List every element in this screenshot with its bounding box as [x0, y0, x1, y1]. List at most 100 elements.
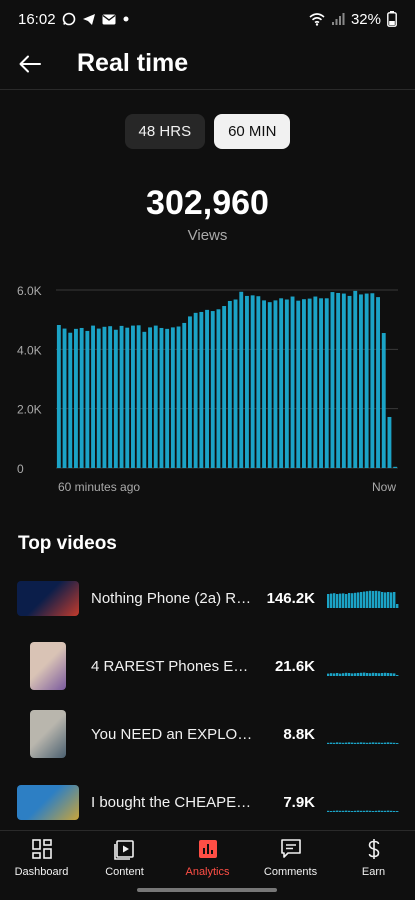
- chart-bar[interactable]: [330, 292, 335, 468]
- video-row[interactable]: Nothing Phone (2a) Re... 146.2K: [0, 564, 415, 632]
- chart-bar[interactable]: [262, 300, 266, 468]
- analytics-icon: [198, 840, 217, 858]
- chart-bar[interactable]: [250, 295, 255, 468]
- chart-bar[interactable]: [296, 300, 301, 468]
- chart-bar[interactable]: [222, 306, 227, 468]
- video-row[interactable]: I bought the CHEAPES... 7.9K: [0, 768, 415, 836]
- video-thumbnail[interactable]: [17, 784, 79, 820]
- chart-bar[interactable]: [319, 298, 323, 468]
- chart-bar[interactable]: [85, 330, 90, 468]
- video-row[interactable]: 4 RAREST Phones Ever! 21.6K: [0, 632, 415, 700]
- chart-bar[interactable]: [210, 311, 215, 468]
- sparkline-bar: [381, 742, 384, 744]
- chart-bar[interactable]: [216, 309, 221, 468]
- video-thumbnail-wrap: [17, 710, 79, 758]
- chart-bar[interactable]: [284, 299, 289, 468]
- chart-bar[interactable]: [273, 300, 278, 468]
- chart-bar[interactable]: [347, 295, 352, 468]
- chart-bar[interactable]: [131, 325, 135, 468]
- chart-bar[interactable]: [341, 293, 346, 468]
- nav-earn[interactable]: Earn: [332, 831, 415, 885]
- chart-bar[interactable]: [79, 327, 84, 468]
- chart-bar[interactable]: [387, 416, 392, 468]
- chart-bar[interactable]: [113, 329, 118, 468]
- toggle-48-hrs[interactable]: 48 HRS: [124, 114, 206, 149]
- home-indicator[interactable]: [137, 888, 277, 892]
- video-title: You NEED an EXPLODI...: [91, 725, 255, 743]
- chart-bar[interactable]: [74, 328, 78, 468]
- nav-comments[interactable]: Comments: [249, 831, 332, 885]
- chart-bar[interactable]: [125, 327, 130, 468]
- sparkline-bar: [393, 811, 396, 812]
- y-tick-label: 4.0K: [17, 343, 42, 357]
- chart-bar[interactable]: [176, 326, 181, 468]
- video-thumbnail[interactable]: [17, 580, 79, 616]
- chart-bar[interactable]: [91, 325, 95, 468]
- chart-bar[interactable]: [108, 326, 113, 468]
- sparkline-bar: [333, 673, 336, 676]
- sparkline-bar: [372, 811, 375, 812]
- chart-bar[interactable]: [170, 327, 175, 468]
- chart-bar[interactable]: [359, 294, 363, 468]
- chart-bar[interactable]: [313, 296, 318, 468]
- chart-bar[interactable]: [159, 327, 164, 468]
- chart-bar[interactable]: [256, 296, 261, 468]
- chart-bar[interactable]: [302, 299, 306, 468]
- sparkline-bar: [387, 742, 390, 744]
- chart-bar[interactable]: [324, 298, 329, 468]
- chart-bar[interactable]: [102, 326, 107, 468]
- chart-bar[interactable]: [239, 291, 244, 468]
- video-row[interactable]: You NEED an EXPLODI... 8.8K: [0, 700, 415, 768]
- chart-bar[interactable]: [370, 293, 375, 468]
- nav-content[interactable]: Content: [83, 831, 166, 885]
- chart-bar[interactable]: [233, 299, 238, 468]
- sparkline-bar: [369, 673, 372, 676]
- chart-bar[interactable]: [245, 295, 249, 468]
- chart-bar[interactable]: [182, 322, 187, 468]
- chart-bar[interactable]: [68, 332, 73, 468]
- video-thumbnail[interactable]: [30, 642, 66, 690]
- battery-percent: 32%: [350, 10, 381, 28]
- wifi-icon: [309, 12, 325, 26]
- chart-bar[interactable]: [376, 297, 380, 468]
- sparkline-bar: [330, 811, 333, 812]
- chart-bar[interactable]: [165, 328, 170, 468]
- chart-bar[interactable]: [153, 325, 158, 468]
- chart-bar[interactable]: [393, 466, 398, 468]
- page-title: Real time: [77, 49, 189, 77]
- back-button[interactable]: [0, 38, 60, 90]
- chart-bar[interactable]: [199, 311, 204, 468]
- nav-dashboard[interactable]: Dashboard: [0, 831, 83, 885]
- sparkline-bar: [336, 594, 339, 608]
- sparkline-bar: [366, 673, 369, 676]
- chart-bar[interactable]: [56, 325, 61, 468]
- chart-bar[interactable]: [96, 328, 101, 468]
- chart-bar[interactable]: [148, 327, 152, 468]
- chart-bar[interactable]: [290, 296, 295, 468]
- chart-bar[interactable]: [307, 298, 312, 468]
- chart-bar[interactable]: [381, 333, 386, 468]
- sparkline-bar: [393, 742, 396, 744]
- views-count: 302,960: [146, 184, 269, 222]
- video-title: I bought the CHEAPES...: [91, 793, 255, 811]
- chart-bar[interactable]: [227, 300, 232, 468]
- toggle-60-min[interactable]: 60 MIN: [214, 114, 291, 149]
- chart-bar[interactable]: [353, 290, 358, 468]
- chart-bar[interactable]: [188, 316, 192, 468]
- chart-bar[interactable]: [364, 293, 369, 468]
- chart-bar[interactable]: [142, 331, 147, 468]
- sparkline-bar: [390, 673, 393, 676]
- chart-bar[interactable]: [205, 309, 209, 468]
- chart-bar[interactable]: [267, 302, 272, 468]
- chart-bar[interactable]: [336, 292, 341, 468]
- video-thumbnail[interactable]: [30, 710, 66, 758]
- sparkline-bar: [381, 592, 384, 608]
- sparkline-bar: [360, 742, 363, 744]
- nav-analytics[interactable]: Analytics: [166, 831, 249, 885]
- chart-bar[interactable]: [279, 298, 284, 468]
- chart-bar[interactable]: [136, 325, 141, 468]
- sparkline-bar: [366, 591, 369, 608]
- chart-bar[interactable]: [119, 325, 124, 468]
- chart-bar[interactable]: [193, 312, 198, 468]
- chart-bar[interactable]: [62, 328, 67, 468]
